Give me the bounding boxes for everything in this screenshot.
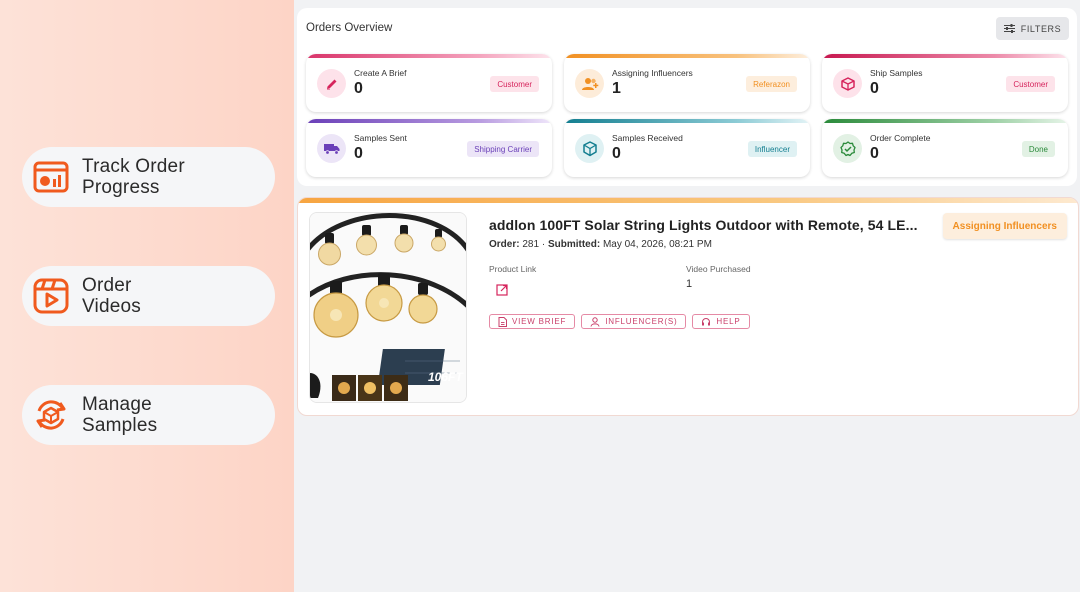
person-icon bbox=[590, 316, 600, 327]
stat-samples-sent[interactable]: Samples Sent 0 Shipping Carrier bbox=[306, 119, 552, 177]
orders-overview-panel: Orders Overview FILTERS Create A Brief 0… bbox=[297, 8, 1077, 186]
filter-sliders-icon bbox=[1003, 24, 1015, 33]
stat-label: Assigning Influencers bbox=[612, 68, 693, 78]
influencers-label: INFLUENCER(S) bbox=[605, 317, 678, 326]
stat-samples-received[interactable]: Samples Received 0 Influencer bbox=[564, 119, 810, 177]
stat-value: 0 bbox=[612, 145, 621, 162]
order-actions: VIEW BRIEF INFLUENCER(S) HELP bbox=[489, 314, 750, 329]
submitted-date: May 04, 2026, 08:21 PM bbox=[602, 239, 712, 250]
stat-value: 0 bbox=[870, 80, 879, 97]
stat-accent-bar bbox=[822, 54, 1068, 58]
view-brief-button[interactable]: VIEW BRIEF bbox=[489, 314, 576, 329]
image-badge: 106FT bbox=[428, 370, 464, 384]
stat-badge: Influencer bbox=[747, 141, 797, 157]
order-label: Order: bbox=[489, 239, 520, 250]
order-meta: Order: 281 · Submitted: May 04, 2026, 08… bbox=[489, 239, 712, 250]
pencil-icon bbox=[317, 69, 346, 98]
help-button[interactable]: HELP bbox=[692, 314, 750, 329]
stat-badge: Referazon bbox=[746, 76, 797, 92]
headset-icon bbox=[702, 317, 711, 325]
group-add-icon bbox=[575, 69, 604, 98]
stat-accent-bar bbox=[306, 54, 552, 58]
order-number: 281 bbox=[522, 239, 540, 250]
feature-label: Track Order Progress bbox=[82, 156, 185, 198]
filters-button[interactable]: FILTERS bbox=[996, 17, 1069, 40]
help-label: HELP bbox=[716, 317, 741, 326]
orders-overview-title: Orders Overview bbox=[306, 22, 393, 34]
stat-create-brief[interactable]: Create A Brief 0 Customer bbox=[306, 54, 552, 112]
stat-label: Samples Sent bbox=[354, 133, 407, 143]
video-purchased-label: Video Purchased bbox=[686, 264, 751, 274]
order-card-accent-bar bbox=[298, 198, 1078, 203]
feature-track-order-progress[interactable]: Track Order Progress bbox=[22, 147, 275, 207]
feature-label: Manage Samples bbox=[82, 394, 158, 436]
feature-panel: Track Order Progress Order Videos Manage… bbox=[0, 0, 294, 592]
stat-accent-bar bbox=[564, 119, 810, 123]
meta-separator: · bbox=[541, 239, 546, 250]
feature-label: Order Videos bbox=[82, 275, 141, 317]
box-icon bbox=[833, 69, 862, 98]
influencers-button[interactable]: INFLUENCER(S) bbox=[581, 314, 687, 329]
order-status-badge: Assigning Influencers bbox=[942, 213, 1067, 239]
stat-value: 1 bbox=[612, 80, 621, 97]
feature-manage-samples[interactable]: Manage Samples bbox=[22, 385, 275, 445]
product-image[interactable]: 106FT bbox=[309, 212, 467, 403]
filters-label: FILTERS bbox=[1020, 23, 1062, 34]
main-content: Orders Overview FILTERS Create A Brief 0… bbox=[294, 0, 1080, 592]
video-play-icon bbox=[32, 277, 70, 315]
view-brief-label: VIEW BRIEF bbox=[512, 317, 567, 326]
stat-label: Samples Received bbox=[612, 133, 683, 143]
stat-badge: Done bbox=[1021, 141, 1055, 157]
stat-badge: Customer bbox=[1006, 76, 1055, 92]
external-link-icon[interactable] bbox=[496, 283, 508, 296]
stat-value: 0 bbox=[354, 145, 363, 162]
stat-badge: Customer bbox=[490, 76, 539, 92]
feature-order-videos[interactable]: Order Videos bbox=[22, 266, 275, 326]
stat-label: Ship Samples bbox=[870, 68, 923, 78]
check-badge-icon bbox=[833, 134, 862, 163]
order-card: 106FT addlon 100FT Solar String Lights O… bbox=[297, 197, 1079, 416]
stat-ship-samples[interactable]: Ship Samples 0 Customer bbox=[822, 54, 1068, 112]
stat-accent-bar bbox=[822, 119, 1068, 123]
stat-value: 0 bbox=[354, 80, 363, 97]
chart-window-icon bbox=[32, 158, 70, 196]
stat-badge: Shipping Carrier bbox=[467, 141, 539, 157]
stat-label: Create A Brief bbox=[354, 68, 407, 78]
truck-icon bbox=[317, 134, 346, 163]
stat-accent-bar bbox=[306, 119, 552, 123]
package-open-icon bbox=[575, 134, 604, 163]
stat-accent-bar bbox=[564, 54, 810, 58]
stat-label: Order Complete bbox=[870, 133, 931, 143]
refresh-box-icon bbox=[32, 396, 70, 434]
submitted-label: Submitted: bbox=[547, 239, 601, 250]
product-link-label: Product Link bbox=[489, 264, 537, 274]
stat-value: 0 bbox=[870, 145, 879, 162]
video-purchased-value: 1 bbox=[686, 278, 693, 290]
stat-assigning-influencers[interactable]: Assigning Influencers 1 Referazon bbox=[564, 54, 810, 112]
stat-order-complete[interactable]: Order Complete 0 Done bbox=[822, 119, 1068, 177]
product-title[interactable]: addlon 100FT Solar String Lights Outdoor… bbox=[489, 217, 919, 233]
document-icon bbox=[498, 316, 507, 327]
